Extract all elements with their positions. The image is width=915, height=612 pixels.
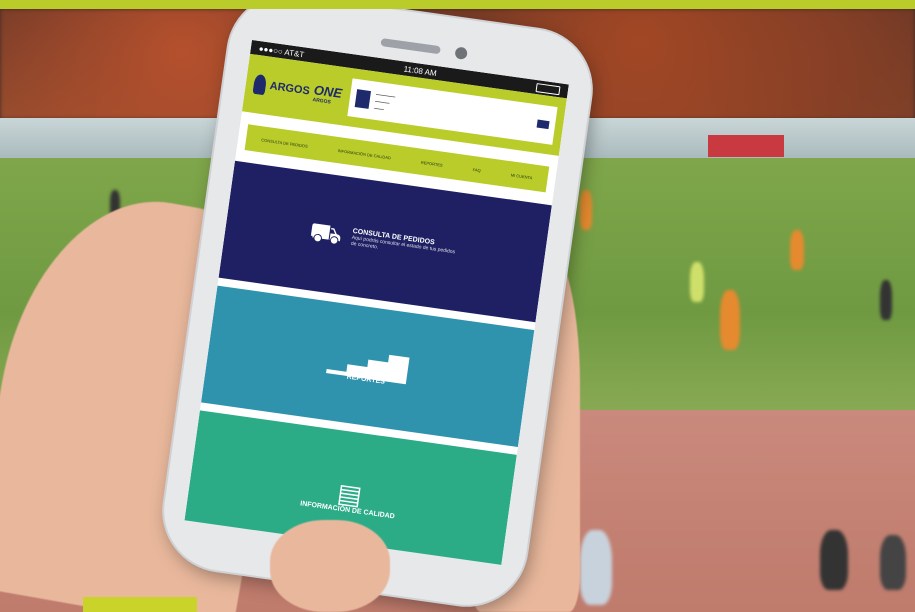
player xyxy=(790,230,804,270)
thumb xyxy=(270,520,390,612)
mixer-truck-icon: ⛟ xyxy=(307,216,345,251)
player xyxy=(720,290,740,350)
player xyxy=(690,262,704,302)
player xyxy=(820,530,848,590)
player xyxy=(880,535,906,590)
flag-icon[interactable] xyxy=(536,119,550,130)
nav-item-faq[interactable]: FAQ xyxy=(472,167,481,173)
player xyxy=(880,280,892,320)
document-icon: ▤ xyxy=(335,476,365,511)
corner-accent-badge xyxy=(83,597,197,612)
phone-speaker xyxy=(380,38,441,55)
brand-name: ARGOS xyxy=(268,79,311,98)
user-avatar-icon xyxy=(354,89,371,109)
phone-screen: ●●●○○ AT&T 11:08 AM ARGOS ONE ARGOS ━━━━… xyxy=(184,39,569,565)
stadium-background: ●●●○○ AT&T 11:08 AM ARGOS ONE ARGOS ━━━━… xyxy=(0,0,915,612)
phone-camera xyxy=(454,46,468,61)
argos-logo-icon xyxy=(252,73,268,96)
argos-one-logo[interactable]: ARGOS ONE ARGOS xyxy=(252,73,343,106)
battery-icon xyxy=(535,82,561,95)
nav-item-calidad[interactable]: INFORMACIÓN DE CALIDAD xyxy=(337,148,391,160)
red-board xyxy=(708,135,784,157)
player xyxy=(580,530,612,605)
nav-item-cuenta[interactable]: MI CUENTA xyxy=(511,172,533,180)
nav-item-reportes[interactable]: REPORTES xyxy=(421,159,443,167)
top-accent-bar xyxy=(0,0,915,9)
nav-item-pedidos[interactable]: CONSULTA DE PEDIDOS xyxy=(261,137,308,148)
player xyxy=(580,190,592,230)
user-details: ━━━━━━━━ ━━━━━━ ━━━━ xyxy=(373,91,396,112)
